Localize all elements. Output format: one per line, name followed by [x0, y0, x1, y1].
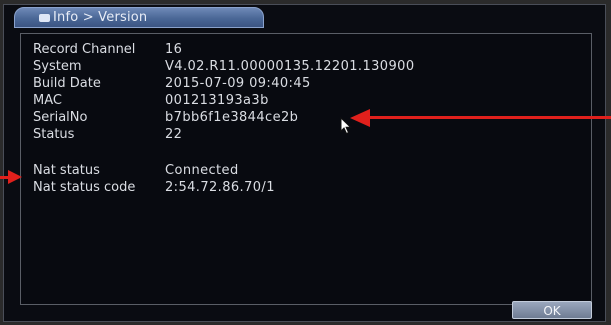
info-panel: Record Channel 16 System V4.02.R11.00000… — [20, 33, 592, 305]
info-value: Connected — [165, 163, 239, 178]
info-label: Nat status code — [33, 180, 136, 195]
info-value: 16 — [165, 42, 183, 57]
info-label: Build Date — [33, 76, 101, 91]
info-label: SerialNo — [33, 110, 88, 125]
annotation-arrow-serial-line — [368, 116, 611, 119]
info-icon — [39, 14, 50, 22]
annotation-arrow-serial-head — [350, 109, 370, 127]
info-version-window: Info > Version Record Channel 16 System … — [3, 4, 606, 322]
info-label: Nat status — [33, 163, 100, 178]
info-label: Record Channel — [33, 42, 136, 57]
window-title-tab: Info > Version — [14, 7, 264, 28]
info-value: b7bb6f1e3844ce2b — [165, 110, 299, 125]
info-value: 22 — [165, 127, 183, 142]
info-value: V4.02.R11.00000135.12201.130900 — [165, 59, 415, 74]
window-title: Info > Version — [53, 10, 148, 25]
ok-button[interactable]: OK — [512, 301, 592, 319]
info-label: System — [33, 59, 82, 74]
info-label: Status — [33, 127, 75, 142]
info-value: 2:54.72.86.70/1 — [165, 180, 275, 195]
info-value: 2015-07-09 09:40:45 — [165, 76, 311, 91]
info-value: 001213193a3b — [165, 93, 269, 108]
info-label: MAC — [33, 93, 62, 108]
annotation-arrow-nat-head — [8, 170, 22, 184]
